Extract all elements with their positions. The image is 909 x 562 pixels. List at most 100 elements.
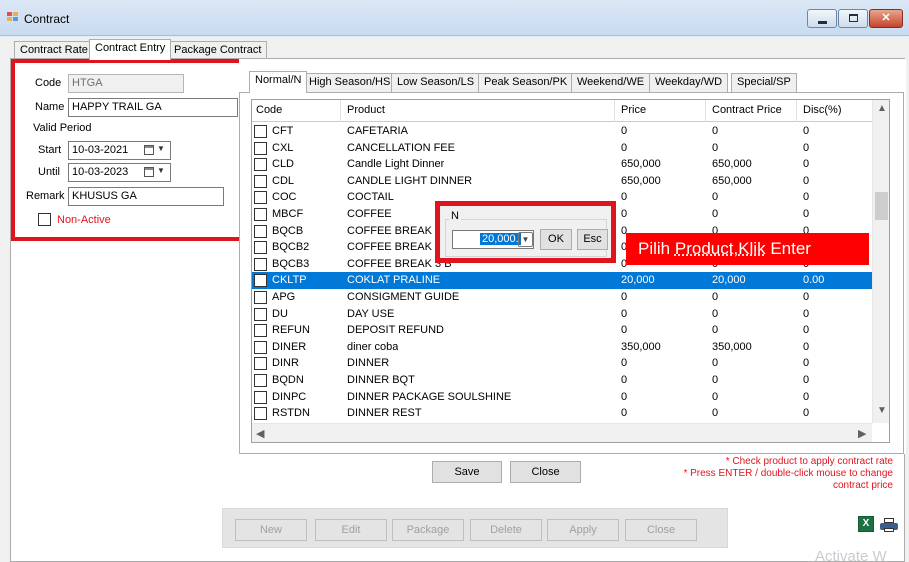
cell-price: 0 [621, 125, 628, 137]
until-date-picker[interactable]: 10-03-2023 ▼ [68, 163, 171, 182]
until-label: Until [38, 166, 61, 178]
edit-button[interactable]: Edit [315, 519, 387, 541]
close-icon: ✕ [881, 12, 891, 24]
tab-high-season[interactable]: High Season/HS [303, 73, 397, 92]
row-checkbox[interactable] [254, 174, 267, 188]
table-row[interactable]: CDL CANDLE LIGHT DINNER 650,000 650,000 0 [252, 173, 872, 190]
tab-low-season[interactable]: Low Season/LS [391, 73, 481, 92]
tab-contract-rate[interactable]: Contract Rate [14, 41, 94, 59]
calendar-icon [144, 145, 154, 155]
callout-word-pilih: Pilih [638, 239, 671, 258]
apply-button[interactable]: Apply [547, 519, 619, 541]
cell-product: COFFEE BREAK 1 I [347, 224, 448, 237]
table-row[interactable]: APG CONSIGMENT GUIDE 0 0 0 [252, 289, 872, 306]
tab-contract-entry[interactable]: Contract Entry [89, 39, 172, 60]
code-field[interactable]: HTGA [68, 74, 184, 93]
tab-package-contract[interactable]: Package Contract [168, 41, 268, 59]
package-button[interactable]: Package [392, 519, 464, 541]
column-header-product[interactable]: Product [347, 104, 385, 116]
cell-price: 20,000 [621, 274, 655, 287]
table-row[interactable]: DINR DINNER 0 0 0 [252, 355, 872, 372]
row-checkbox[interactable] [254, 274, 267, 288]
row-checkbox[interactable] [254, 357, 267, 371]
row-checkbox[interactable] [254, 191, 267, 205]
close-record-button[interactable]: Close [625, 519, 697, 541]
grid-horizontal-scrollbar[interactable]: ◀ ▶ [252, 423, 872, 442]
tab-peak-season[interactable]: Peak Season/PK [478, 73, 574, 92]
close-button[interactable]: Close [510, 461, 581, 483]
row-checkbox[interactable] [254, 241, 267, 255]
row-checkbox[interactable] [254, 125, 267, 138]
cell-disc: 0 [803, 340, 810, 353]
start-date-picker[interactable]: 10-03-2021 ▼ [68, 141, 171, 160]
chevron-down-icon[interactable]: ▼ [518, 232, 533, 247]
column-header-code[interactable]: Code [256, 104, 282, 116]
row-checkbox[interactable] [254, 407, 267, 421]
row-checkbox[interactable] [254, 158, 267, 172]
cell-price: 0 [621, 141, 628, 154]
maximize-button[interactable] [838, 9, 868, 28]
table-row[interactable]: CXL CANCELLATION FEE 0 0 0 [252, 140, 872, 157]
note-press-enter: * Press ENTER / double-click mouse to ch… [683, 468, 893, 479]
table-row[interactable]: DINPC DINNER PACKAGE SOULSHINE 0 0 0 [252, 389, 872, 406]
delete-button[interactable]: Delete [470, 519, 542, 541]
excel-export-icon[interactable]: X [858, 516, 874, 532]
row-checkbox[interactable] [254, 324, 267, 338]
cell-code: APG [272, 291, 296, 303]
table-row[interactable]: DINER diner coba 350,000 350,000 0 [252, 339, 872, 356]
contract-price-input[interactable]: 20,000. ▼ [452, 230, 534, 249]
scroll-left-icon[interactable]: ◀ [256, 427, 264, 440]
cell-code: CFT [272, 125, 294, 137]
column-header-price[interactable]: Price [621, 104, 646, 116]
close-window-button[interactable]: ✕ [869, 9, 903, 28]
cell-contract-price: 0 [712, 141, 719, 154]
row-checkbox[interactable] [254, 340, 267, 354]
row-checkbox[interactable] [254, 307, 267, 321]
tab-normal[interactable]: Normal/N [249, 71, 308, 93]
scroll-up-icon[interactable]: ▲ [877, 103, 887, 114]
cell-code: BQCB [272, 224, 304, 237]
cell-code: BQCB2 [272, 241, 310, 254]
remark-field[interactable]: KHUSUS GA [68, 187, 224, 206]
table-row[interactable]: DU DAY USE 0 0 0 [252, 306, 872, 323]
callout-word-enter: Enter [770, 239, 811, 258]
cell-contract-price: 650,000 [712, 158, 752, 171]
row-checkbox[interactable] [254, 141, 267, 155]
save-button[interactable]: Save [432, 461, 502, 483]
vertical-scroll-thumb[interactable] [875, 192, 888, 220]
cell-code: DINR [272, 357, 299, 370]
table-row[interactable]: CKLTP COKLAT PRALINE 20,000 20,000 0.00 [252, 272, 872, 289]
table-row[interactable]: CFT CAFETARIA 0 0 0 [252, 123, 872, 140]
column-header-disc[interactable]: Disc(%) [803, 104, 842, 116]
table-row[interactable]: CLD Candle Light Dinner 650,000 650,000 0 [252, 156, 872, 173]
row-checkbox[interactable] [254, 374, 267, 387]
table-row[interactable]: REFUN DEPOSIT REFUND 0 0 0 [252, 322, 872, 339]
cell-price: 0 [621, 374, 628, 386]
row-checkbox[interactable] [254, 208, 267, 221]
non-active-checkbox[interactable] [38, 213, 51, 226]
row-checkbox[interactable] [254, 224, 267, 238]
new-button[interactable]: New [235, 519, 307, 541]
scroll-down-icon[interactable]: ▼ [877, 405, 887, 416]
esc-button[interactable]: Esc [577, 229, 608, 250]
row-checkbox[interactable] [254, 390, 267, 404]
product-grid[interactable]: Code Product Price Contract Price Disc(%… [251, 99, 890, 443]
name-field[interactable]: HAPPY TRAIL GA [68, 98, 238, 117]
row-checkbox[interactable] [254, 257, 267, 271]
grid-vertical-scrollbar[interactable]: ▲ ▼ [872, 100, 889, 423]
tab-special[interactable]: Special/SP [731, 73, 797, 92]
tab-weekday[interactable]: Weekday/WD [649, 73, 729, 92]
table-row[interactable]: RSTDN DINNER REST 0 0 0 [252, 405, 872, 422]
print-icon[interactable] [880, 518, 898, 532]
row-checkbox[interactable] [254, 291, 267, 304]
cell-product: DINNER BQT [347, 374, 415, 386]
record-toolbar: New Edit Package Delete Apply Close [222, 508, 728, 548]
cell-product: COFFEE [347, 208, 392, 220]
tab-weekend[interactable]: Weekend/WE [571, 73, 651, 92]
ok-button[interactable]: OK [540, 229, 572, 250]
column-header-contract-price[interactable]: Contract Price [712, 104, 782, 116]
scroll-right-icon[interactable]: ▶ [858, 427, 866, 440]
table-row[interactable]: BQDN DINNER BQT 0 0 0 [252, 372, 872, 389]
cell-disc: 0 [803, 141, 810, 154]
minimize-button[interactable] [807, 9, 837, 28]
